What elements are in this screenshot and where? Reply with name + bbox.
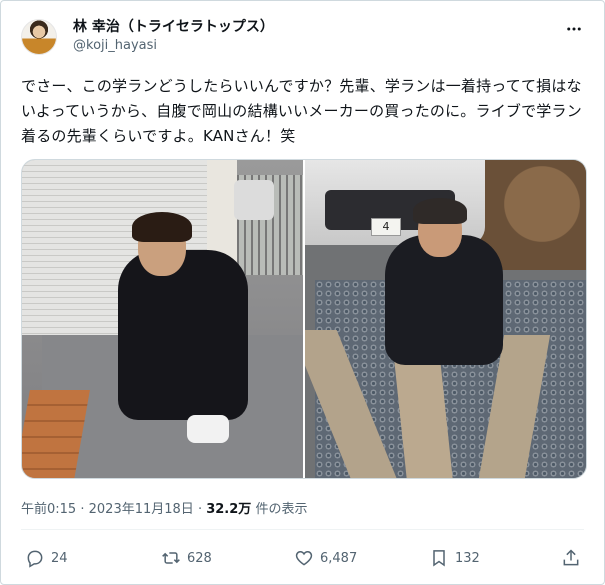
photo-left[interactable]	[22, 160, 303, 478]
views-count: 32.2万	[206, 502, 252, 517]
media-grid: 4	[21, 159, 587, 479]
like-count: 6,487	[320, 550, 358, 566]
retweet-icon	[162, 552, 180, 564]
meta-separator: ·	[80, 502, 85, 517]
photo-person-body	[118, 250, 248, 420]
avatar[interactable]	[21, 19, 57, 55]
share-button[interactable]	[561, 546, 581, 570]
views-label: 件の表示	[255, 502, 308, 517]
author-names: 林 幸治（トライセラトップス） @koji_hayasi	[73, 18, 274, 55]
bookmark-button[interactable]: 132	[429, 546, 480, 570]
tweet-card: 林 幸治（トライセラトップス） @koji_hayasi でさー、この学ランどう…	[0, 0, 605, 585]
photo-car	[234, 180, 274, 220]
retweet-button[interactable]: 628	[161, 546, 212, 570]
license-plate-text: 4	[382, 220, 390, 233]
photo-person-hair	[132, 212, 192, 242]
meta-separator: ·	[197, 502, 203, 517]
divider	[21, 529, 584, 530]
tweet-date[interactable]: 2023年11月18日	[89, 502, 194, 517]
tweet-header: 林 幸治（トライセラトップス） @koji_hayasi	[21, 15, 590, 59]
more-button[interactable]	[562, 17, 586, 41]
share-icon	[563, 549, 579, 566]
reply-icon	[27, 550, 43, 568]
tweet-meta: 午前0:15 · 2023年11月18日 · 32.2万 件の表示	[21, 498, 307, 517]
photo-person-hair	[413, 198, 467, 224]
photo-right[interactable]: 4	[305, 160, 586, 478]
author-handle[interactable]: @koji_hayasi	[73, 37, 274, 55]
photo-license-plate: 4	[371, 218, 401, 236]
tweet-time[interactable]: 午前0:15	[21, 502, 76, 517]
author-display-name[interactable]: 林 幸治（トライセラトップス）	[73, 18, 274, 36]
action-bar: 24 628 6,487 132	[21, 546, 591, 570]
bookmark-count: 132	[455, 550, 480, 566]
reply-button[interactable]: 24	[25, 546, 68, 570]
reply-count: 24	[51, 550, 68, 566]
bookmark-icon	[433, 550, 445, 567]
like-button[interactable]: 6,487	[294, 546, 357, 570]
photo-person-shoe	[187, 415, 229, 443]
tweet-text: でさー、この学ランどうしたらいいんですか？先輩、学ランは一着持ってて損はないよっ…	[21, 77, 582, 145]
heart-icon	[295, 550, 313, 566]
retweet-count: 628	[187, 550, 212, 566]
more-icon	[567, 27, 581, 31]
